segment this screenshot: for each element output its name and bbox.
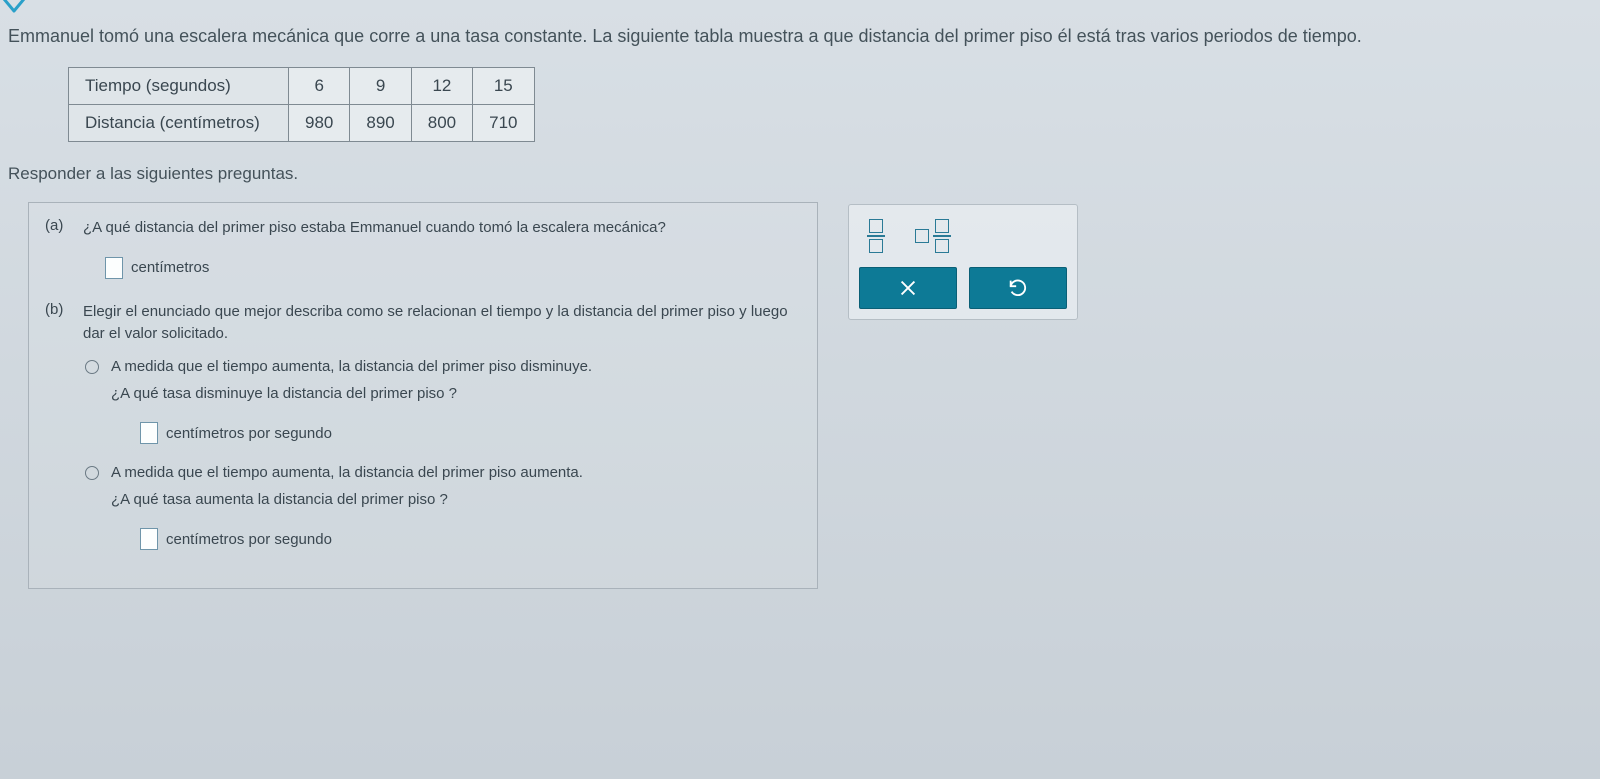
radio-icon <box>85 466 99 480</box>
cell-dist-2: 890 <box>350 105 411 142</box>
cell-time-4: 15 <box>473 68 534 105</box>
question-a-text: ¿A qué distancia del primer piso estaba … <box>83 217 666 239</box>
reset-button[interactable] <box>969 267 1067 309</box>
rate-increase-unit: centímetros por segundo <box>166 531 332 548</box>
undo-icon <box>1007 277 1029 299</box>
cell-time-2: 9 <box>350 68 411 105</box>
rate-increase-input[interactable] <box>140 528 158 550</box>
question-box: (a) ¿A qué distancia del primer piso est… <box>28 202 818 589</box>
cell-dist-1: 980 <box>289 105 350 142</box>
problem-statement: Emmanuel tomó una escalera mecánica que … <box>8 24 1592 49</box>
option-decrease-subquestion: ¿A qué tasa disminuye la distancia del p… <box>111 385 801 402</box>
option-increase-subquestion: ¿A qué tasa aumenta la distancia del pri… <box>111 491 801 508</box>
table-row: Tiempo (segundos) 6 9 12 15 <box>69 68 535 105</box>
fraction-tool[interactable] <box>867 219 885 253</box>
option-decrease-text: A medida que el tiempo aumenta, la dista… <box>111 358 592 375</box>
mixed-number-tool[interactable] <box>915 219 951 253</box>
math-tools-panel <box>848 204 1078 320</box>
data-table: Tiempo (segundos) 6 9 12 15 Distancia (c… <box>68 67 535 142</box>
cell-time-3: 12 <box>411 68 472 105</box>
table-row: Distancia (centímetros) 980 890 800 710 <box>69 105 535 142</box>
close-icon <box>897 277 919 299</box>
row-header-distance: Distancia (centímetros) <box>69 105 289 142</box>
option-increase-text: A medida que el tiempo aumenta, la dista… <box>111 464 583 481</box>
clear-button[interactable] <box>859 267 957 309</box>
question-b-label: (b) <box>45 301 73 345</box>
question-a-label: (a) <box>45 217 73 239</box>
cell-dist-4: 710 <box>473 105 534 142</box>
option-increase[interactable]: A medida que el tiempo aumenta, la dista… <box>85 464 801 481</box>
question-b-text: Elegir el enunciado que mejor describa c… <box>83 301 801 345</box>
cell-dist-3: 800 <box>411 105 472 142</box>
instruction-text: Responder a las siguientes preguntas. <box>8 164 1592 184</box>
collapse-chevron-icon[interactable] <box>0 0 28 20</box>
answer-a-unit: centímetros <box>131 259 209 276</box>
rate-decrease-unit: centímetros por segundo <box>166 425 332 442</box>
radio-icon <box>85 360 99 374</box>
answer-a-input[interactable] <box>105 257 123 279</box>
row-header-time: Tiempo (segundos) <box>69 68 289 105</box>
option-decrease[interactable]: A medida que el tiempo aumenta, la dista… <box>85 358 801 375</box>
rate-decrease-input[interactable] <box>140 422 158 444</box>
cell-time-1: 6 <box>289 68 350 105</box>
